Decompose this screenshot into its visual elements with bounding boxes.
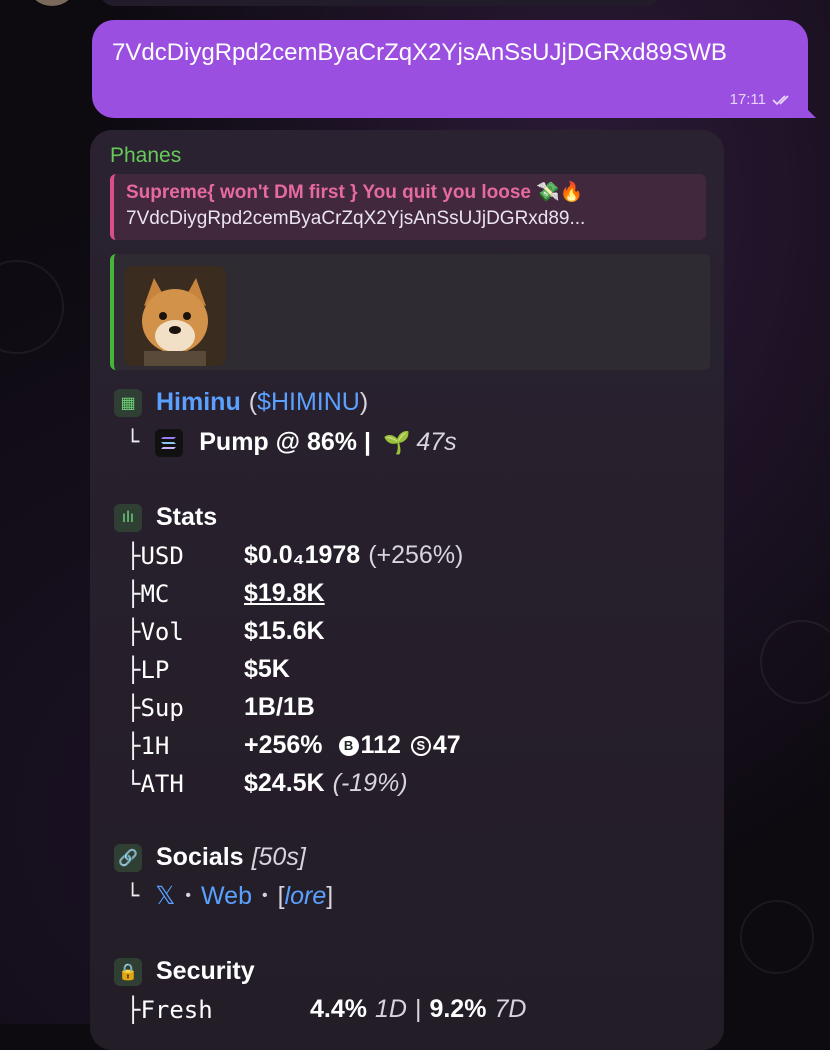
stat-value: 1B/1B <box>244 693 315 721</box>
token-age: 47s <box>416 428 457 456</box>
sells-count: 47 <box>432 731 461 759</box>
web-link[interactable]: Web <box>201 882 252 911</box>
socials-heading-row: 🔗 Socials [50s] <box>114 843 306 872</box>
platform-info: Pump @ 86% | <box>199 428 371 456</box>
tree-branch-label: ├Sup <box>126 693 184 722</box>
market-cap-link[interactable]: $19.8K <box>244 579 325 608</box>
stats-row-usd: ├USD $0.0₄1978 (+256%) <box>126 541 463 570</box>
solana-icon <box>155 428 184 457</box>
sells-icon: S <box>410 735 431 756</box>
tree-branch-label: └ATH <box>126 769 184 798</box>
tree-branch-label: ├USD <box>126 541 184 570</box>
outgoing-message-bubble[interactable]: 7VdcDiygRpd2cemByaCrZqX2YjsAnSsUJjDGRxd8… <box>92 20 816 118</box>
reply-quote[interactable]: Supreme{ won't DM first } You quit you l… <box>110 174 706 240</box>
bubble-tail <box>802 104 816 118</box>
tree-branch-label: ├1H <box>126 731 170 760</box>
stats-row-lp: ├LP $5K <box>126 655 290 684</box>
qr-code-icon: ▦ <box>114 388 142 417</box>
stat-value: +256% <box>244 731 323 759</box>
seedling-icon: 🌱 <box>382 429 411 455</box>
read-checkmarks-icon <box>772 94 789 105</box>
token-name[interactable]: Himinu <box>156 388 241 417</box>
socials-heading: Socials <box>156 843 244 871</box>
security-fresh-row: ├Fresh 4.4% 1D | 9.2% 7D <box>126 995 526 1024</box>
background-doodle <box>740 900 814 974</box>
bar-chart-icon: ılı <box>114 503 142 532</box>
ticker-open-paren: ( <box>248 388 258 416</box>
stats-row-ath: └ATH $24.5K (-19%) <box>126 769 408 798</box>
reply-text: 7VdcDiygRpd2cemByaCrZqX2YjsAnSsUJjDGRxd8… <box>126 208 586 229</box>
stats-heading-row: ılı Stats <box>114 503 217 532</box>
x-link[interactable]: 𝕏 <box>155 881 175 911</box>
buys-count: 112 <box>360 731 401 759</box>
separator: | <box>414 995 422 1023</box>
lore-open-bracket: [ <box>277 881 285 910</box>
link-icon: 🔗 <box>114 843 142 872</box>
lore-close-bracket: ] <box>326 881 334 910</box>
stats-row-vol: ├Vol $15.6K <box>126 617 325 646</box>
tree-branch-label: ├LP <box>126 655 170 684</box>
platform-row: └ Pump @ 86% | 🌱 47s <box>126 428 457 457</box>
fresh-7d-value: 9.2% <box>429 995 487 1023</box>
incoming-message-bubble[interactable]: Phanes Supreme{ won't DM first } You qui… <box>90 130 724 1050</box>
token-image[interactable] <box>124 266 226 366</box>
stats-row-sup: ├Sup 1B/1B <box>126 693 315 722</box>
fresh-1d-unit: 1D <box>374 995 407 1023</box>
security-heading: Security <box>156 957 255 985</box>
stat-extra: (-19%) <box>332 769 408 797</box>
sender-name[interactable]: Phanes <box>110 144 181 168</box>
link-preview[interactable] <box>110 254 710 370</box>
tree-branch-label: ├Vol <box>126 617 184 646</box>
stat-value: $24.5K <box>244 769 325 797</box>
stat-extra: (+256%) <box>368 541 464 569</box>
stat-value: $5K <box>244 655 290 683</box>
stat-value: $15.6K <box>244 617 325 645</box>
fresh-7d-unit: 7D <box>494 995 527 1023</box>
message-text: 7VdcDiygRpd2cemByaCrZqX2YjsAnSsUJjDGRxd8… <box>112 39 727 66</box>
security-heading-row: 🔒 Security <box>114 957 255 986</box>
stat-value: $0.0₄1978 <box>244 541 361 569</box>
ticker-close-paren: ) <box>359 388 369 416</box>
socials-age: [50s] <box>251 843 306 871</box>
tree-branch-label: ├Fresh <box>126 995 213 1024</box>
separator-dot: • <box>185 887 192 904</box>
previous-message-bubble[interactable] <box>100 0 660 6</box>
tree-branch-label: ├MC <box>126 579 170 608</box>
stats-row-1h: ├1H +256% B 112 S 47 <box>126 731 461 760</box>
buys-icon: B <box>338 735 359 756</box>
tree-branch-icon: └ <box>126 430 140 455</box>
message-time: 17:11 <box>729 91 766 108</box>
reply-title: Supreme{ won't DM first } You quit you l… <box>126 182 584 203</box>
stats-heading: Stats <box>156 503 218 531</box>
token-ticker[interactable]: $HIMINU <box>257 388 360 417</box>
fresh-1d-value: 4.4% <box>310 995 367 1023</box>
tree-branch-icon: └ <box>126 883 140 909</box>
message-meta: 17:11 <box>730 91 794 108</box>
lock-icon: 🔒 <box>114 957 142 986</box>
stats-row-mc: ├MC $19.8K <box>126 579 325 608</box>
socials-links-row: └ 𝕏 • Web • [ lore ] <box>126 881 333 911</box>
separator-dot: • <box>261 887 268 904</box>
token-header: ▦ Himinu ( $HIMINU ) <box>114 388 368 417</box>
lore-link[interactable]: lore <box>285 882 327 911</box>
